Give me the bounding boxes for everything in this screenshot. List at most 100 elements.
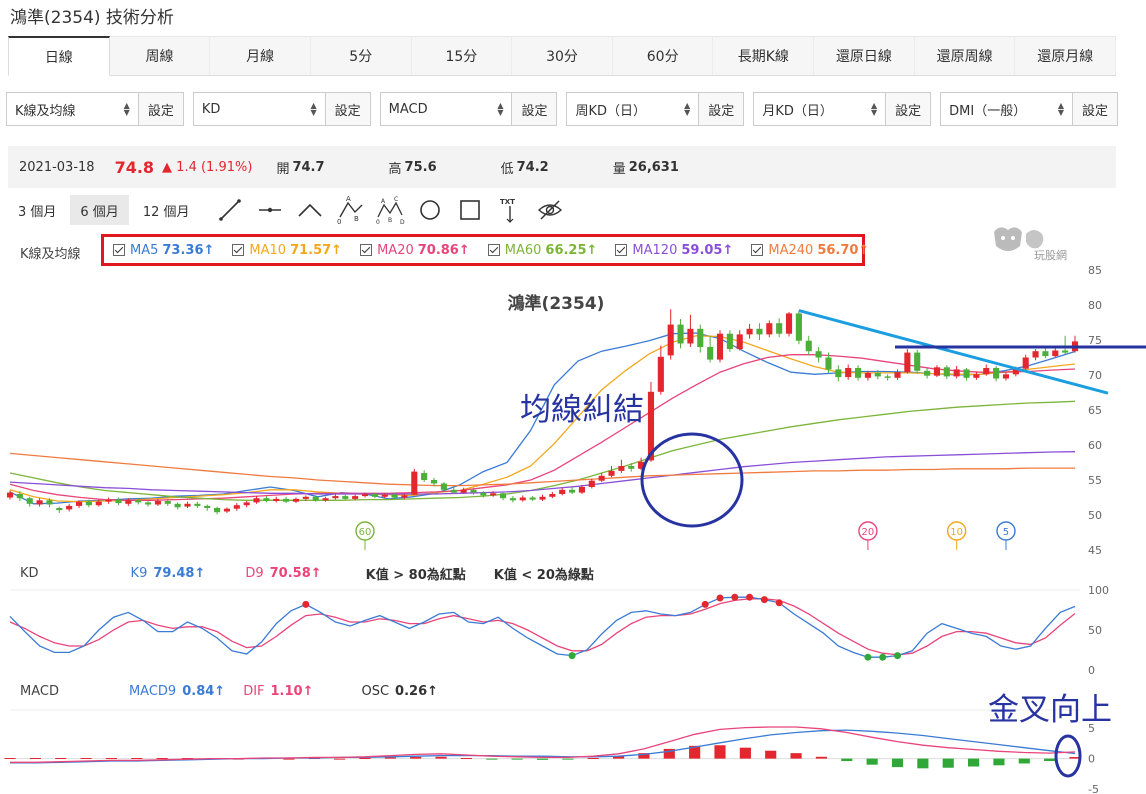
macd-legend: MACD MACD9 0.84↑ DIF 1.10↑ OSC 0.26↑ xyxy=(20,684,438,699)
ma-line-ma240 xyxy=(9,452,1075,487)
price-tick-label: 80 xyxy=(1088,299,1102,312)
price-tick-label: 60 xyxy=(1088,439,1102,452)
candle-body xyxy=(233,505,240,509)
kd-tick-label: 100 xyxy=(1088,584,1109,597)
osc-bar xyxy=(283,758,295,760)
price-tick-label: 50 xyxy=(1088,509,1102,522)
kd-overbought-dot xyxy=(760,596,768,604)
candle-body xyxy=(56,508,63,511)
macd-tick-label: -5 xyxy=(1088,783,1099,794)
price-tick-label: 75 xyxy=(1088,334,1102,347)
macd9-value: 0.84↑ xyxy=(182,684,226,699)
candle-body xyxy=(36,500,43,505)
trendline xyxy=(798,309,1109,395)
candle-body xyxy=(559,489,566,494)
candle-body xyxy=(194,503,201,506)
candle-body xyxy=(687,328,694,344)
kd-note-red: K值 > 80為紅點 xyxy=(365,568,466,583)
d9-value: 70.58↑ xyxy=(269,566,322,581)
candle-body xyxy=(75,501,83,506)
candle-body xyxy=(243,502,250,506)
candle-body xyxy=(539,496,546,500)
price-tick-label: 45 xyxy=(1088,544,1102,557)
candle-body xyxy=(440,483,447,490)
price-tick-label: 70 xyxy=(1088,369,1102,382)
osc-bar xyxy=(942,758,954,768)
candle-body xyxy=(460,489,467,493)
k9-label: K9 xyxy=(130,566,148,581)
price-tick-label: 65 xyxy=(1088,404,1102,417)
candle-body xyxy=(85,501,92,506)
candle-body xyxy=(1022,357,1029,369)
candle-body xyxy=(480,492,487,496)
candle-body xyxy=(854,368,862,378)
chart-title: 鴻準(2354) xyxy=(508,293,605,314)
ma-marker-label: 20 xyxy=(862,527,875,538)
candle-body xyxy=(795,313,802,341)
candle-body xyxy=(578,487,586,493)
k9-value: 79.48↑ xyxy=(153,566,206,581)
candle-body xyxy=(66,505,73,510)
osc-bar xyxy=(486,758,498,760)
candle-body xyxy=(509,498,516,501)
candle-body xyxy=(391,494,398,498)
osc-bar xyxy=(1044,758,1056,762)
candle-body xyxy=(874,372,881,377)
kd-overbought-dot xyxy=(302,600,310,608)
macd9-label: MACD9 xyxy=(128,684,177,699)
osc-bar xyxy=(410,756,422,759)
candle-body xyxy=(529,497,536,500)
ma-marker-label: 5 xyxy=(1003,527,1009,538)
golden-cross-ellipse xyxy=(1054,734,1082,778)
candle-body xyxy=(845,368,852,378)
candle-body xyxy=(835,369,842,378)
candle-body xyxy=(312,496,319,501)
osc-bar xyxy=(739,747,751,759)
candle-body xyxy=(677,324,684,344)
candle-body xyxy=(983,368,990,375)
candle-body xyxy=(411,471,418,495)
kd-oversold-dot xyxy=(864,653,872,661)
golden-cross-annotation: 金叉向上 xyxy=(988,692,1112,728)
candle-body xyxy=(490,493,497,496)
candle-body xyxy=(598,475,605,481)
candle-body xyxy=(766,323,773,335)
ma-marker-label: 10 xyxy=(950,527,963,538)
osc-bar xyxy=(917,758,929,769)
candle-body xyxy=(697,328,704,347)
candle-body xyxy=(1032,351,1039,358)
macd-title: MACD xyxy=(20,684,59,699)
d9-label: D9 xyxy=(245,566,264,581)
kd-tick-label: 0 xyxy=(1088,664,1095,677)
osc-bar xyxy=(131,758,143,760)
candle-body xyxy=(430,480,438,484)
macd-tick-label: 0 xyxy=(1088,753,1095,766)
candle-body xyxy=(914,352,921,371)
candle-body xyxy=(125,500,132,504)
kd-overbought-dot xyxy=(716,594,724,602)
dif-line xyxy=(10,726,1076,763)
candle-body xyxy=(815,351,822,358)
candle-body xyxy=(95,501,102,506)
candle-body xyxy=(16,494,23,499)
candle-body xyxy=(864,372,871,378)
osc-bar xyxy=(815,756,828,759)
osc-bar xyxy=(156,758,168,760)
candle-body xyxy=(322,498,329,501)
osc-bar xyxy=(536,758,549,760)
candle-body xyxy=(470,489,477,493)
candle-body xyxy=(154,501,161,505)
osc-bar xyxy=(384,757,396,759)
kd-note-green: K值 < 20為綠點 xyxy=(493,568,594,583)
candle-body xyxy=(736,334,743,350)
osc-bar xyxy=(29,758,41,760)
candle-body xyxy=(933,367,941,376)
candle-body xyxy=(756,328,763,335)
candle-body xyxy=(6,492,14,498)
candle-body xyxy=(174,503,181,508)
osc-bar xyxy=(790,753,802,759)
candle-body xyxy=(361,494,369,497)
candle-body xyxy=(273,498,280,501)
candle-body xyxy=(214,508,221,513)
kd-title: KD xyxy=(20,566,39,581)
